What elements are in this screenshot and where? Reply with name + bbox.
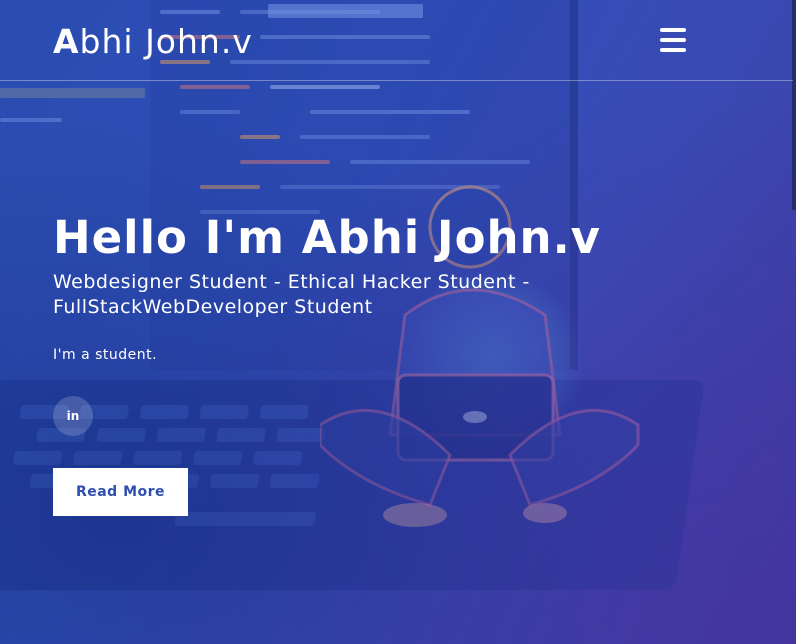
menu-bar — [660, 38, 686, 42]
menu-bar — [660, 48, 686, 52]
logo-initial: A — [53, 22, 80, 61]
site-header: Abhi John.v — [0, 0, 793, 81]
hero-title: Hello I'm Abhi John.v — [53, 211, 602, 264]
linkedin-label: in — [66, 409, 80, 423]
linkedin-icon[interactable]: in — [53, 396, 93, 436]
hero-subtitle: Webdesigner Student - Ethical Hacker Stu… — [53, 271, 530, 318]
menu-bar — [660, 28, 686, 32]
hero-tagline: I'm a student. — [53, 347, 158, 363]
hero-section: Hello I'm Abhi John.v Webdesigner Studen… — [53, 210, 602, 363]
site-logo[interactable]: Abhi John.v — [53, 22, 253, 61]
hero-background-illustration — [0, 0, 796, 644]
read-more-button[interactable]: Read More — [53, 468, 188, 516]
hamburger-menu-icon[interactable] — [660, 27, 686, 53]
logo-text: bhi John.v — [79, 22, 253, 61]
